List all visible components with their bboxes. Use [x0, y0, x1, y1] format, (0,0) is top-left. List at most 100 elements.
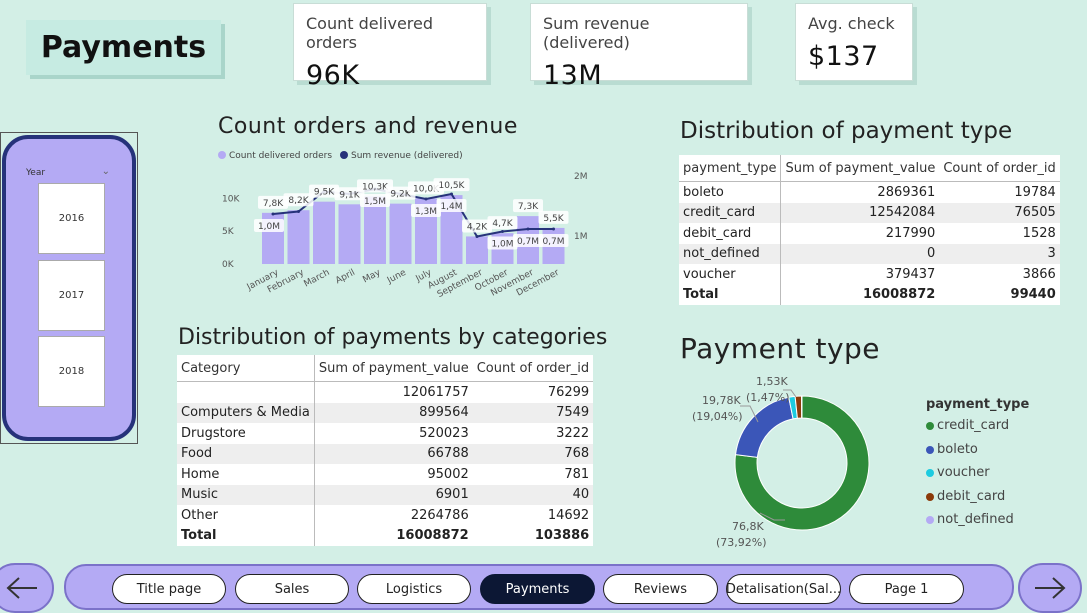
slicer-item-2017[interactable]: 2017: [38, 260, 105, 331]
legend-label: credit_card: [937, 418, 1009, 433]
callout-pct: (73,92%): [716, 536, 767, 549]
chevron-down-icon[interactable]: ⌄: [102, 166, 110, 177]
legend-item-not-defined: not_defined: [926, 512, 1029, 536]
nav-sales-button[interactable]: Sales: [235, 574, 349, 604]
table-cell: 76299: [473, 382, 593, 403]
line-data-label: 1,0M: [258, 222, 280, 232]
callout-pct: (1,47%): [746, 391, 790, 404]
bar-data-label: 10,3K: [362, 182, 389, 192]
column-header[interactable]: payment_type: [679, 155, 781, 182]
table-cell: 2869361: [781, 182, 939, 203]
arrow-left-icon: [5, 576, 39, 600]
bar-data-label: 10,5K: [439, 181, 466, 191]
y-tick-left: 0K: [222, 260, 235, 270]
slicer-item-2018[interactable]: 2018: [38, 336, 105, 407]
table-row: Other226478614692: [177, 505, 593, 526]
table-cell: 19784: [939, 182, 1059, 203]
donut-legend: payment_type credit_card boleto voucher …: [926, 397, 1029, 536]
nav-payments-button[interactable]: Payments: [480, 574, 595, 604]
line-data-label: 1,0M: [491, 240, 513, 250]
legend-item-orders: Count delivered orders: [218, 151, 332, 161]
table-cell: [177, 382, 314, 403]
legend-label: not_defined: [937, 512, 1014, 527]
y-tick-right: 1M: [574, 232, 588, 242]
nav-reviews-button[interactable]: Reviews: [603, 574, 718, 604]
table-cell: 0: [781, 244, 939, 265]
callout-pct: (19,04%): [692, 410, 743, 423]
nav-detalisation-button[interactable]: Detalisation(Sal...: [726, 574, 841, 604]
column-header[interactable]: Category: [177, 355, 314, 382]
legend-label: debit_card: [937, 489, 1005, 504]
revenue-point: [450, 193, 453, 196]
revenue-point: [527, 228, 530, 231]
table-row: Computers & Media8995647549: [177, 403, 593, 424]
legend-label: Count delivered orders: [229, 151, 332, 161]
legend-item-revenue: Sum revenue (delivered): [340, 151, 463, 161]
table-cell: Food: [177, 444, 314, 465]
legend-item-boleto: boleto: [926, 442, 1029, 466]
nav-title-page-button[interactable]: Title page: [112, 574, 226, 604]
table-total-row: Total16008872103886: [177, 526, 593, 547]
nav-page-1-button[interactable]: Page 1: [849, 574, 964, 604]
legend-item-voucher: voucher: [926, 465, 1029, 489]
x-tick-label: June: [385, 268, 408, 287]
line-data-label: 1,3M: [415, 207, 437, 217]
bar-february: [288, 210, 310, 264]
table-cell: 40: [473, 485, 593, 506]
table-row: voucher3794373866: [679, 264, 1060, 285]
table-row: Drugstore5200233222: [177, 423, 593, 444]
line-data-label: 1,4M: [440, 202, 462, 212]
kpi-label: Sum revenue (delivered): [543, 14, 735, 52]
revenue-point: [425, 198, 428, 201]
bar-data-label: 9,5K: [314, 188, 335, 198]
monthly-chart-legend: Count delivered orders Sum revenue (deli…: [218, 151, 463, 161]
table-row: 1206175776299: [177, 382, 593, 403]
slicer-item-2016[interactable]: 2016: [38, 183, 105, 254]
legend-label: boleto: [937, 442, 978, 457]
table-cell: 3222: [473, 423, 593, 444]
table-cell: Total: [177, 526, 314, 547]
table-cell: 3866: [939, 264, 1059, 285]
table-row: debit_card2179901528: [679, 223, 1060, 244]
kpi-value: $137: [808, 41, 900, 72]
next-page-button[interactable]: [1018, 563, 1082, 613]
monthly-chart-title: Count orders and revenue: [218, 114, 518, 139]
legend-item-credit-card: credit_card: [926, 418, 1029, 442]
table-header-row: payment_typeSum of payment_valueCount of…: [679, 155, 1060, 182]
table-cell: 781: [473, 464, 593, 485]
table-row: credit_card1254208476505: [679, 203, 1060, 224]
line-data-label: 0,7M: [517, 237, 539, 247]
bar-data-label: 9,1K: [339, 190, 360, 200]
column-header[interactable]: Count of order_id: [939, 155, 1059, 182]
table-row: Music690140: [177, 485, 593, 506]
bar-data-label: 5,5K: [543, 214, 564, 224]
donut-title: Payment type: [680, 332, 880, 365]
revenue-point: [272, 213, 275, 216]
table-cell: 16008872: [781, 285, 939, 306]
callout-value: 76,8K: [732, 520, 764, 533]
payment-type-table: payment_typeSum of payment_valueCount of…: [679, 155, 1060, 305]
table-cell: credit_card: [679, 203, 781, 224]
table-cell: 899564: [314, 403, 472, 424]
kpi-label: Count delivered orders: [306, 14, 474, 52]
x-tick-label: May: [361, 268, 383, 286]
x-tick-label: March: [302, 268, 331, 290]
column-header[interactable]: Sum of payment_value: [314, 355, 472, 382]
column-header[interactable]: Count of order_id: [473, 355, 593, 382]
y-tick-right: 2M: [574, 172, 588, 182]
y-tick-left: 10K: [222, 194, 240, 204]
bar-data-label: 7,3K: [518, 202, 539, 212]
table-cell: 103886: [473, 526, 593, 547]
table-cell: 76505: [939, 203, 1059, 224]
prev-page-button[interactable]: [0, 563, 54, 613]
legend-label: voucher: [937, 465, 990, 480]
table-cell: 14692: [473, 505, 593, 526]
table-cell: 12061757: [314, 382, 472, 403]
callout-value: 19,78K: [702, 394, 741, 407]
kpi-label: Avg. check: [808, 14, 900, 33]
bar-data-label: 8,2K: [288, 196, 309, 206]
categories-table: CategorySum of payment_valueCount of ord…: [177, 355, 593, 546]
x-tick-label: April: [334, 268, 357, 286]
column-header[interactable]: Sum of payment_value: [781, 155, 939, 182]
nav-logistics-button[interactable]: Logistics: [357, 574, 471, 604]
